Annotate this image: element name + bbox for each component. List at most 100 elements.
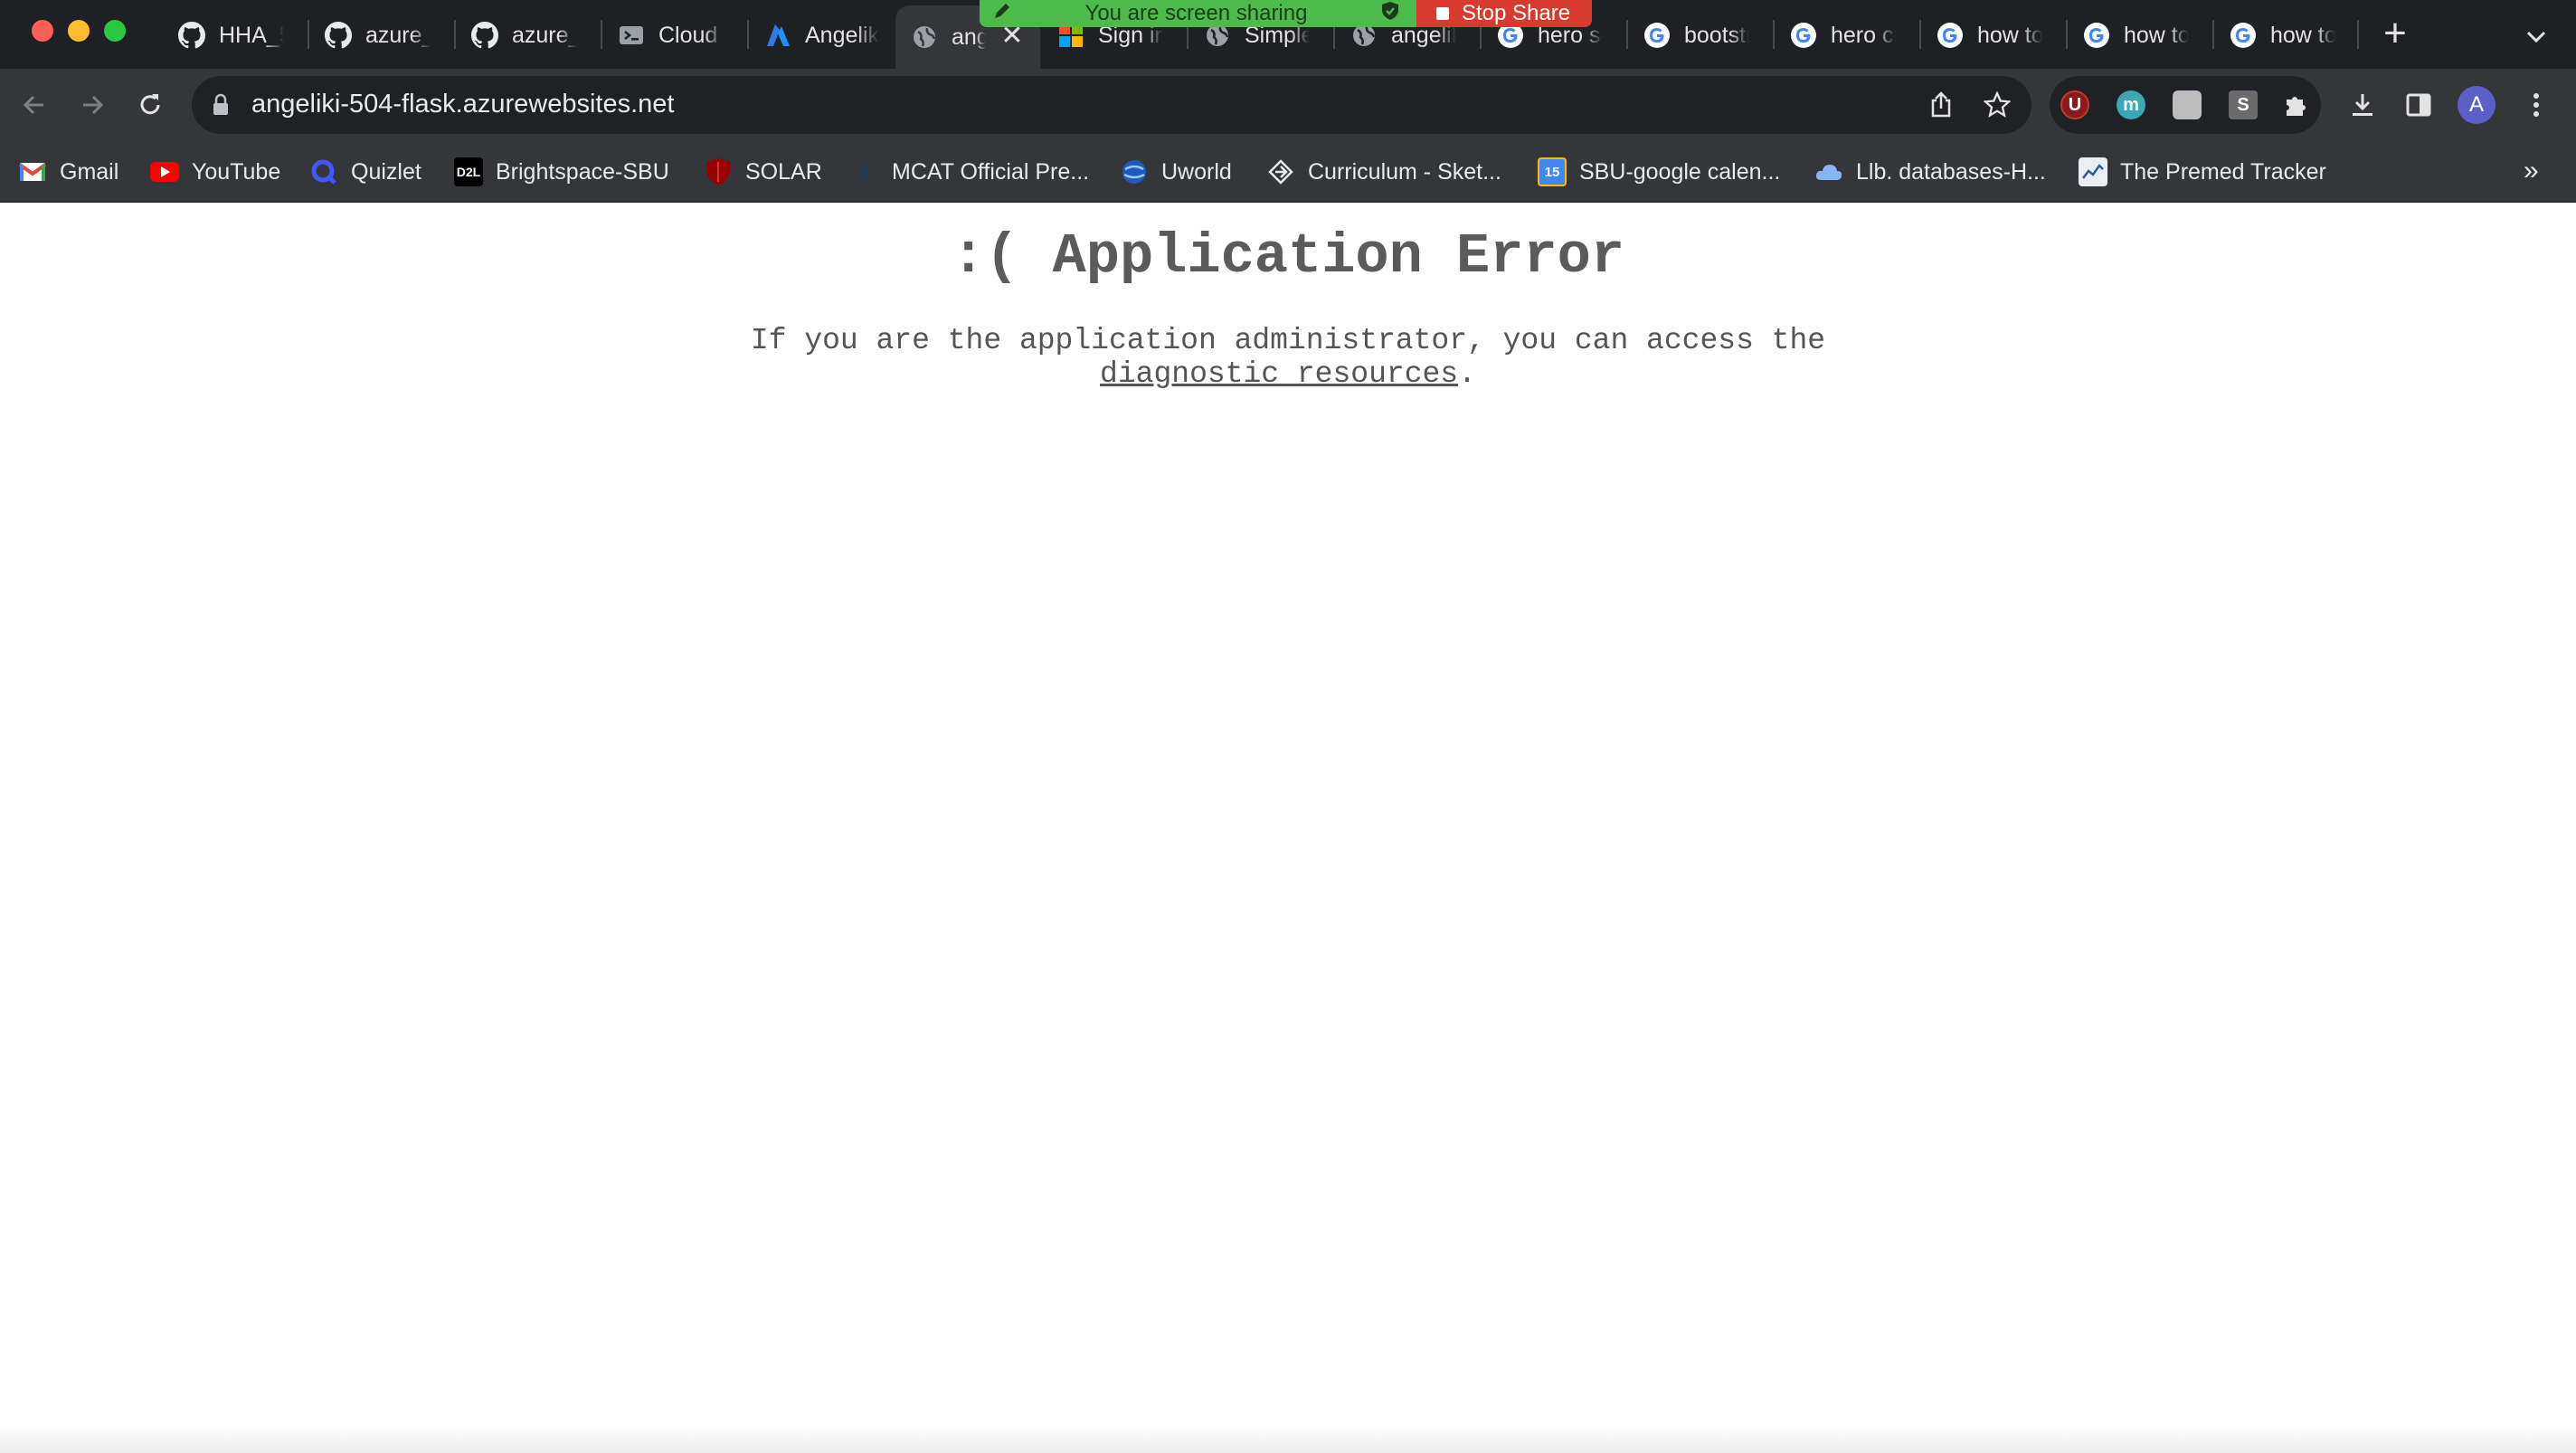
bookmark-youtube[interactable]: YouTube (150, 156, 280, 188)
tab[interactable]: bootstr (1628, 9, 1764, 62)
browser-toolbar: angeliki-504-flask.azurewebsites.net U m… (0, 69, 2576, 141)
url-text: angeliki-504-flask.azurewebsites.net (251, 90, 675, 119)
bookmark-label: Llb. databases-H... (1856, 158, 2046, 185)
lock-icon[interactable] (212, 93, 230, 121)
tab-search-icon[interactable] (2520, 20, 2552, 52)
bookmark-label: Curriculum - Sket... (1308, 158, 1501, 185)
tab[interactable]: azure_f (309, 9, 445, 62)
google-icon (1643, 21, 1672, 50)
youtube-icon (150, 157, 179, 186)
bookmarks-overflow-button[interactable]: » (2524, 156, 2539, 186)
reload-button[interactable] (132, 87, 168, 123)
quizlet-icon (309, 157, 338, 186)
tab-extension-icon[interactable] (2173, 90, 2202, 119)
stop-share-button[interactable]: Stop Share (1416, 0, 1592, 27)
uworld-icon (1120, 157, 1149, 186)
d2l-icon: D2L (454, 157, 483, 186)
tab-title: bootstr (1684, 22, 1749, 48)
bookmark-mcat[interactable]: MCAT Official Pre... (850, 156, 1089, 188)
tab-title: ang (952, 24, 986, 50)
tab[interactable]: HHA_5 (163, 9, 298, 62)
solar-shield-icon (704, 157, 733, 186)
puzzle-extensions-icon[interactable] (2281, 90, 2310, 119)
tab-title: azure_f (365, 22, 431, 48)
stop-share-label: Stop Share (1462, 1, 1571, 25)
bookmark-curriculum[interactable]: Curriculum - Sket... (1266, 156, 1501, 188)
forward-button[interactable] (74, 87, 110, 123)
bookmark-gmail[interactable]: Gmail (18, 156, 118, 188)
share-pencil-icon (992, 1, 1012, 27)
bookmark-library[interactable]: Llb. databases-H... (1814, 156, 2046, 188)
tab[interactable]: azure_f (456, 9, 592, 62)
github-icon (324, 21, 353, 50)
bookmark-uworld[interactable]: Uworld (1120, 156, 1232, 188)
github-icon (470, 21, 499, 50)
page-content: :( Application Error If you are the appl… (0, 203, 2576, 1453)
mendeley-icon[interactable]: m (2117, 90, 2145, 119)
tab-title: HHA_5 (219, 22, 284, 48)
page-bottom-shadow (0, 1426, 2576, 1453)
share-icon[interactable] (1927, 90, 1956, 119)
diagnostic-resources-link[interactable]: diagnostic resources (1100, 357, 1458, 391)
tab-title: hero co (1831, 22, 1896, 48)
screen-share-banner: You are screen sharing Stop Share (980, 0, 1592, 27)
bookmark-star-icon[interactable] (1983, 90, 2012, 119)
window-maximize-button[interactable] (104, 20, 126, 42)
bookmark-label: YouTube (192, 158, 281, 185)
bookmark-calendar[interactable]: 15 SBU-google calen... (1538, 156, 1780, 188)
bookmark-solar[interactable]: SOLAR (704, 156, 822, 188)
download-icon[interactable] (2344, 87, 2381, 123)
cloud-shell-icon (617, 21, 646, 50)
new-tab-button[interactable]: + (2377, 14, 2413, 53)
window-close-button[interactable] (32, 20, 53, 42)
gmail-icon (18, 157, 47, 186)
side-panel-icon[interactable] (2401, 87, 2437, 123)
error-message: If you are the application administrator… (0, 324, 2576, 391)
tab-close-icon[interactable]: ✕ (999, 23, 1026, 51)
tab-title: how to (1977, 22, 2042, 48)
bookmark-quizlet[interactable]: Quizlet (309, 156, 421, 188)
stop-icon (1436, 7, 1449, 20)
github-icon (177, 21, 206, 50)
shield-check-icon (1380, 1, 1400, 27)
bookmark-label: SBU-google calen... (1579, 158, 1781, 185)
tab-title: how to (2270, 22, 2335, 48)
bookmark-label: Quizlet (351, 158, 421, 185)
bookmark-brightspace[interactable]: D2L Brightspace-SBU (454, 156, 669, 188)
ublock-icon[interactable]: U (2060, 90, 2089, 119)
tab[interactable]: hero co (1775, 9, 1910, 62)
google-icon (2229, 21, 2258, 50)
tab[interactable]: Angelik (749, 9, 894, 62)
tab[interactable]: how to (1921, 9, 2057, 62)
bookmarks-bar: Gmail YouTube Quizlet D2L Brightspace-SB… (0, 141, 2576, 203)
tracker-icon (2079, 157, 2107, 186)
tab-title: Angelik (805, 22, 879, 48)
window-minimize-button[interactable] (68, 20, 90, 42)
bookmark-label: Brightspace-SBU (496, 158, 669, 185)
tab[interactable]: how to (2068, 9, 2203, 62)
page-title: :( Application Error (951, 224, 1625, 289)
extensions-area: U m S (2050, 76, 2321, 134)
google-icon (1936, 21, 1965, 50)
share-message-area: You are screen sharing (980, 0, 1416, 27)
s-extension-icon[interactable]: S (2229, 90, 2258, 119)
address-bar[interactable]: angeliki-504-flask.azurewebsites.net (192, 76, 2031, 134)
tab-title: azure_f (512, 22, 577, 48)
bookmark-label: SOLAR (745, 158, 822, 185)
bookmark-label: The Premed Tracker (2120, 158, 2326, 185)
tab-separator (2357, 20, 2359, 49)
back-button[interactable] (16, 87, 52, 123)
profile-avatar[interactable]: A (2458, 86, 2496, 124)
bookmark-label: MCAT Official Pre... (892, 158, 1090, 185)
tab[interactable]: how to (2214, 9, 2350, 62)
tab[interactable]: Cloud S (602, 9, 738, 62)
more-menu-icon[interactable] (2518, 87, 2554, 123)
globe-icon (910, 23, 939, 52)
cloud-icon (1814, 157, 1843, 186)
error-message-text: If you are the application administrator… (750, 324, 1826, 357)
tab-title: how to (2124, 22, 2189, 48)
bookmark-label: Gmail (60, 158, 119, 185)
azure-icon (763, 21, 792, 50)
bookmark-premed-tracker[interactable]: The Premed Tracker (2079, 156, 2326, 188)
error-message-period: . (1458, 357, 1476, 391)
